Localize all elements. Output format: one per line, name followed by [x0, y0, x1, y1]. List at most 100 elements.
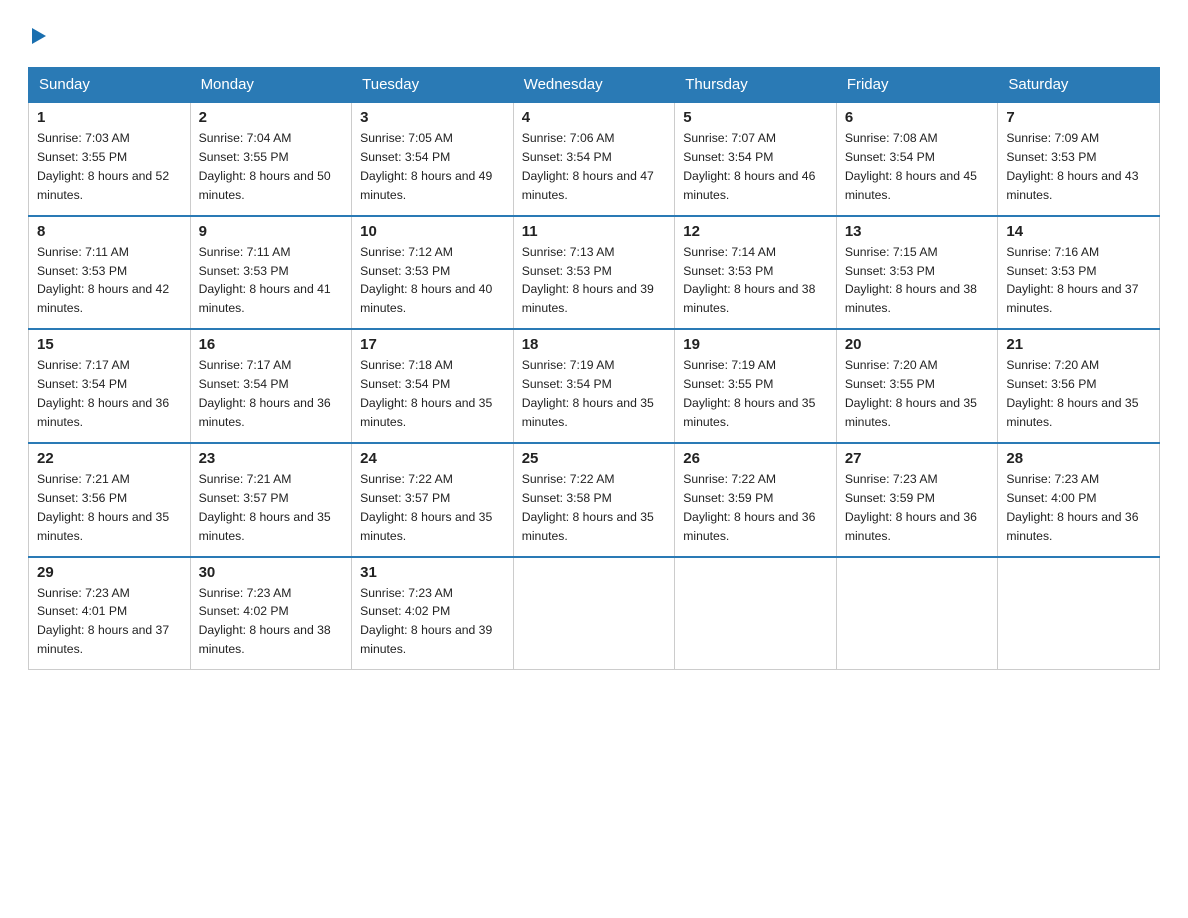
- day-number: 10: [360, 223, 505, 240]
- calendar-cell: 8 Sunrise: 7:11 AMSunset: 3:53 PMDaylight…: [29, 216, 191, 330]
- day-info: Sunrise: 7:13 AMSunset: 3:53 PMDaylight:…: [522, 243, 667, 319]
- day-number: 1: [37, 109, 182, 126]
- day-number: 31: [360, 564, 505, 581]
- day-info: Sunrise: 7:20 AMSunset: 3:56 PMDaylight:…: [1006, 356, 1151, 432]
- day-number: 4: [522, 109, 667, 126]
- calendar-cell: 6Sunrise: 7:08 AMSunset: 3:54 PMDaylight…: [836, 102, 998, 216]
- day-info: Sunrise: 7:16 AMSunset: 3:53 PMDaylight:…: [1006, 243, 1151, 319]
- day-number: 24: [360, 450, 505, 467]
- calendar-cell: 10 Sunrise: 7:12 AMSunset: 3:53 PMDayligh…: [352, 216, 514, 330]
- day-number: 17: [360, 336, 505, 353]
- day-info: Sunrise: 7:22 AMSunset: 3:58 PMDaylight:…: [522, 470, 667, 546]
- page-header: [28, 24, 1160, 51]
- day-number: 25: [522, 450, 667, 467]
- day-number: 28: [1006, 450, 1151, 467]
- day-info: Sunrise: 7:12 AMSunset: 3:53 PMDaylight:…: [360, 243, 505, 319]
- day-info: Sunrise: 7:05 AMSunset: 3:54 PMDaylight:…: [360, 129, 505, 205]
- calendar-cell: 13 Sunrise: 7:15 AMSunset: 3:53 PMDayligh…: [836, 216, 998, 330]
- day-info: Sunrise: 7:23 AMSunset: 4:02 PMDaylight:…: [360, 584, 505, 660]
- calendar-cell: 3 Sunrise: 7:05 AMSunset: 3:54 PMDaylight…: [352, 102, 514, 216]
- calendar-cell: 17 Sunrise: 7:18 AMSunset: 3:54 PMDayligh…: [352, 329, 514, 443]
- calendar-week-row: 22Sunrise: 7:21 AMSunset: 3:56 PMDayligh…: [29, 443, 1160, 557]
- day-number: 8: [37, 223, 182, 240]
- calendar-cell: 23 Sunrise: 7:21 AMSunset: 3:57 PMDayligh…: [190, 443, 352, 557]
- calendar-cell: [513, 557, 675, 670]
- day-number: 6: [845, 109, 990, 126]
- logo-triangle-icon: [30, 26, 48, 51]
- day-number: 19: [683, 336, 828, 353]
- calendar-cell: 9Sunrise: 7:11 AMSunset: 3:53 PMDaylight…: [190, 216, 352, 330]
- weekday-header-monday: Monday: [190, 68, 352, 103]
- day-info: Sunrise: 7:15 AMSunset: 3:53 PMDaylight:…: [845, 243, 990, 319]
- day-info: Sunrise: 7:09 AMSunset: 3:53 PMDaylight:…: [1006, 129, 1151, 205]
- calendar-cell: 5Sunrise: 7:07 AMSunset: 3:54 PMDaylight…: [675, 102, 837, 216]
- calendar-cell: 24Sunrise: 7:22 AMSunset: 3:57 PMDayligh…: [352, 443, 514, 557]
- logo: [28, 24, 48, 51]
- day-number: 18: [522, 336, 667, 353]
- weekday-header-thursday: Thursday: [675, 68, 837, 103]
- day-info: Sunrise: 7:11 AMSunset: 3:53 PMDaylight:…: [199, 243, 344, 319]
- day-info: Sunrise: 7:17 AMSunset: 3:54 PMDaylight:…: [37, 356, 182, 432]
- calendar-cell: 31 Sunrise: 7:23 AMSunset: 4:02 PMDayligh…: [352, 557, 514, 670]
- day-info: Sunrise: 7:23 AMSunset: 4:01 PMDaylight:…: [37, 584, 182, 660]
- day-number: 3: [360, 109, 505, 126]
- calendar-cell: 12 Sunrise: 7:14 AMSunset: 3:53 PMDayligh…: [675, 216, 837, 330]
- calendar-week-row: 15 Sunrise: 7:17 AMSunset: 3:54 PMDayligh…: [29, 329, 1160, 443]
- day-number: 30: [199, 564, 344, 581]
- day-info: Sunrise: 7:19 AMSunset: 3:54 PMDaylight:…: [522, 356, 667, 432]
- day-number: 13: [845, 223, 990, 240]
- day-number: 29: [37, 564, 182, 581]
- day-number: 23: [199, 450, 344, 467]
- calendar-cell: 28 Sunrise: 7:23 AMSunset: 4:00 PMDayligh…: [998, 443, 1160, 557]
- calendar-cell: 30Sunrise: 7:23 AMSunset: 4:02 PMDayligh…: [190, 557, 352, 670]
- calendar-cell: 18 Sunrise: 7:19 AMSunset: 3:54 PMDayligh…: [513, 329, 675, 443]
- calendar-cell: [998, 557, 1160, 670]
- day-info: Sunrise: 7:21 AMSunset: 3:57 PMDaylight:…: [199, 470, 344, 546]
- day-number: 16: [199, 336, 344, 353]
- calendar-week-row: 29 Sunrise: 7:23 AMSunset: 4:01 PMDayligh…: [29, 557, 1160, 670]
- day-info: Sunrise: 7:23 AMSunset: 4:00 PMDaylight:…: [1006, 470, 1151, 546]
- calendar-week-row: 8 Sunrise: 7:11 AMSunset: 3:53 PMDaylight…: [29, 216, 1160, 330]
- day-number: 2: [199, 109, 344, 126]
- weekday-header-friday: Friday: [836, 68, 998, 103]
- calendar-cell: 1 Sunrise: 7:03 AMSunset: 3:55 PMDaylight…: [29, 102, 191, 216]
- calendar-cell: 2Sunrise: 7:04 AMSunset: 3:55 PMDaylight…: [190, 102, 352, 216]
- day-info: Sunrise: 7:20 AMSunset: 3:55 PMDaylight:…: [845, 356, 990, 432]
- calendar-cell: 29 Sunrise: 7:23 AMSunset: 4:01 PMDayligh…: [29, 557, 191, 670]
- calendar-cell: 11 Sunrise: 7:13 AMSunset: 3:53 PMDayligh…: [513, 216, 675, 330]
- calendar-week-row: 1 Sunrise: 7:03 AMSunset: 3:55 PMDaylight…: [29, 102, 1160, 216]
- day-number: 11: [522, 223, 667, 240]
- calendar-cell: 20 Sunrise: 7:20 AMSunset: 3:55 PMDayligh…: [836, 329, 998, 443]
- day-info: Sunrise: 7:11 AMSunset: 3:53 PMDaylight:…: [37, 243, 182, 319]
- calendar-cell: 15 Sunrise: 7:17 AMSunset: 3:54 PMDayligh…: [29, 329, 191, 443]
- weekday-header-wednesday: Wednesday: [513, 68, 675, 103]
- day-info: Sunrise: 7:18 AMSunset: 3:54 PMDaylight:…: [360, 356, 505, 432]
- calendar-cell: 21Sunrise: 7:20 AMSunset: 3:56 PMDayligh…: [998, 329, 1160, 443]
- calendar-cell: 25 Sunrise: 7:22 AMSunset: 3:58 PMDayligh…: [513, 443, 675, 557]
- day-info: Sunrise: 7:07 AMSunset: 3:54 PMDaylight:…: [683, 129, 828, 205]
- day-info: Sunrise: 7:14 AMSunset: 3:53 PMDaylight:…: [683, 243, 828, 319]
- weekday-header-saturday: Saturday: [998, 68, 1160, 103]
- day-info: Sunrise: 7:19 AMSunset: 3:55 PMDaylight:…: [683, 356, 828, 432]
- calendar-cell: 7 Sunrise: 7:09 AMSunset: 3:53 PMDaylight…: [998, 102, 1160, 216]
- day-number: 15: [37, 336, 182, 353]
- day-info: Sunrise: 7:21 AMSunset: 3:56 PMDaylight:…: [37, 470, 182, 546]
- calendar-cell: 4Sunrise: 7:06 AMSunset: 3:54 PMDaylight…: [513, 102, 675, 216]
- calendar-cell: [675, 557, 837, 670]
- weekday-header-sunday: Sunday: [29, 68, 191, 103]
- weekday-header-tuesday: Tuesday: [352, 68, 514, 103]
- day-number: 20: [845, 336, 990, 353]
- calendar-table: SundayMondayTuesdayWednesdayThursdayFrid…: [28, 67, 1160, 670]
- day-number: 12: [683, 223, 828, 240]
- calendar-cell: [836, 557, 998, 670]
- day-number: 7: [1006, 109, 1151, 126]
- calendar-cell: 27Sunrise: 7:23 AMSunset: 3:59 PMDayligh…: [836, 443, 998, 557]
- day-info: Sunrise: 7:03 AMSunset: 3:55 PMDaylight:…: [37, 129, 182, 205]
- calendar-cell: 22Sunrise: 7:21 AMSunset: 3:56 PMDayligh…: [29, 443, 191, 557]
- day-number: 27: [845, 450, 990, 467]
- day-info: Sunrise: 7:22 AMSunset: 3:59 PMDaylight:…: [683, 470, 828, 546]
- day-number: 14: [1006, 223, 1151, 240]
- calendar-cell: 26 Sunrise: 7:22 AMSunset: 3:59 PMDayligh…: [675, 443, 837, 557]
- day-number: 26: [683, 450, 828, 467]
- calendar-cell: 14 Sunrise: 7:16 AMSunset: 3:53 PMDayligh…: [998, 216, 1160, 330]
